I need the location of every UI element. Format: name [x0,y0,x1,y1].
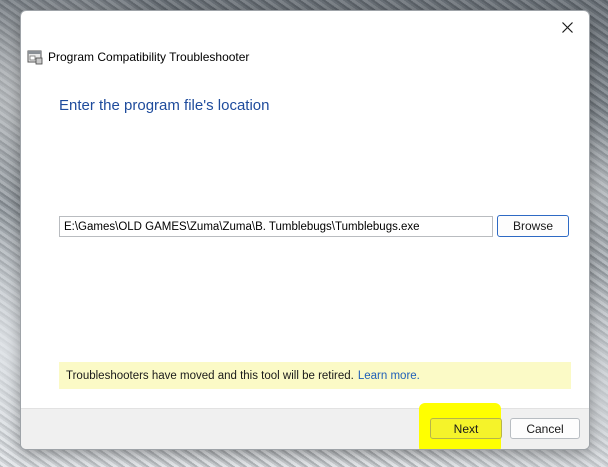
cancel-button[interactable]: Cancel [510,418,580,439]
retirement-notice-banner: Troubleshooters have moved and this tool… [59,362,571,389]
page-heading: Enter the program file's location [59,97,270,114]
next-button[interactable]: Next [430,418,502,439]
close-button[interactable] [551,15,583,39]
dialog-footer: Next Cancel [21,403,589,449]
close-icon [561,21,573,33]
browse-button[interactable]: Browse [497,215,569,237]
troubleshooter-app-icon [27,50,43,65]
window-title-row: Program Compatibility Troubleshooter [27,48,249,66]
troubleshooter-dialog: Program Compatibility Troubleshooter Ent… [20,10,590,450]
notice-message: Troubleshooters have moved and this tool… [66,369,354,382]
program-path-input[interactable] [59,216,493,237]
window-title: Program Compatibility Troubleshooter [48,50,250,64]
learn-more-link[interactable]: Learn more. [358,370,420,382]
